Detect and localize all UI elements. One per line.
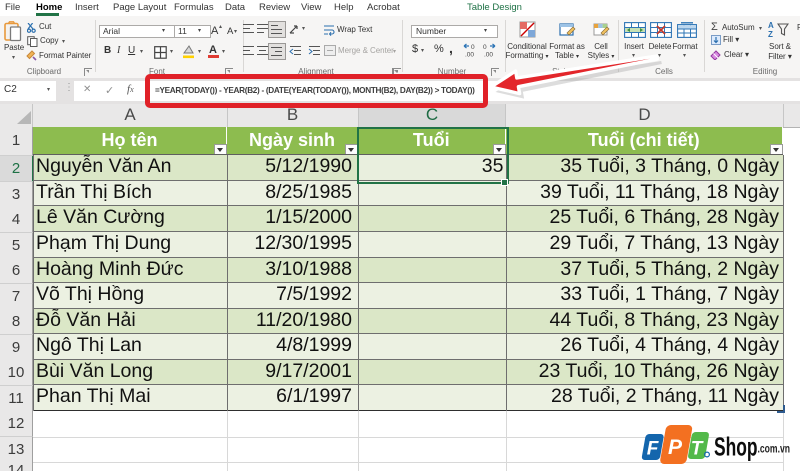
svg-text:.00: .00 bbox=[465, 52, 474, 58]
svg-text:P: P bbox=[668, 436, 683, 459]
svg-text:T: T bbox=[691, 439, 704, 460]
svg-text:0: 0 bbox=[471, 44, 475, 51]
svg-text:F: F bbox=[647, 439, 660, 460]
svg-text:Shop: Shop bbox=[714, 432, 758, 462]
svg-text:.com.vn: .com.vn bbox=[758, 442, 791, 456]
